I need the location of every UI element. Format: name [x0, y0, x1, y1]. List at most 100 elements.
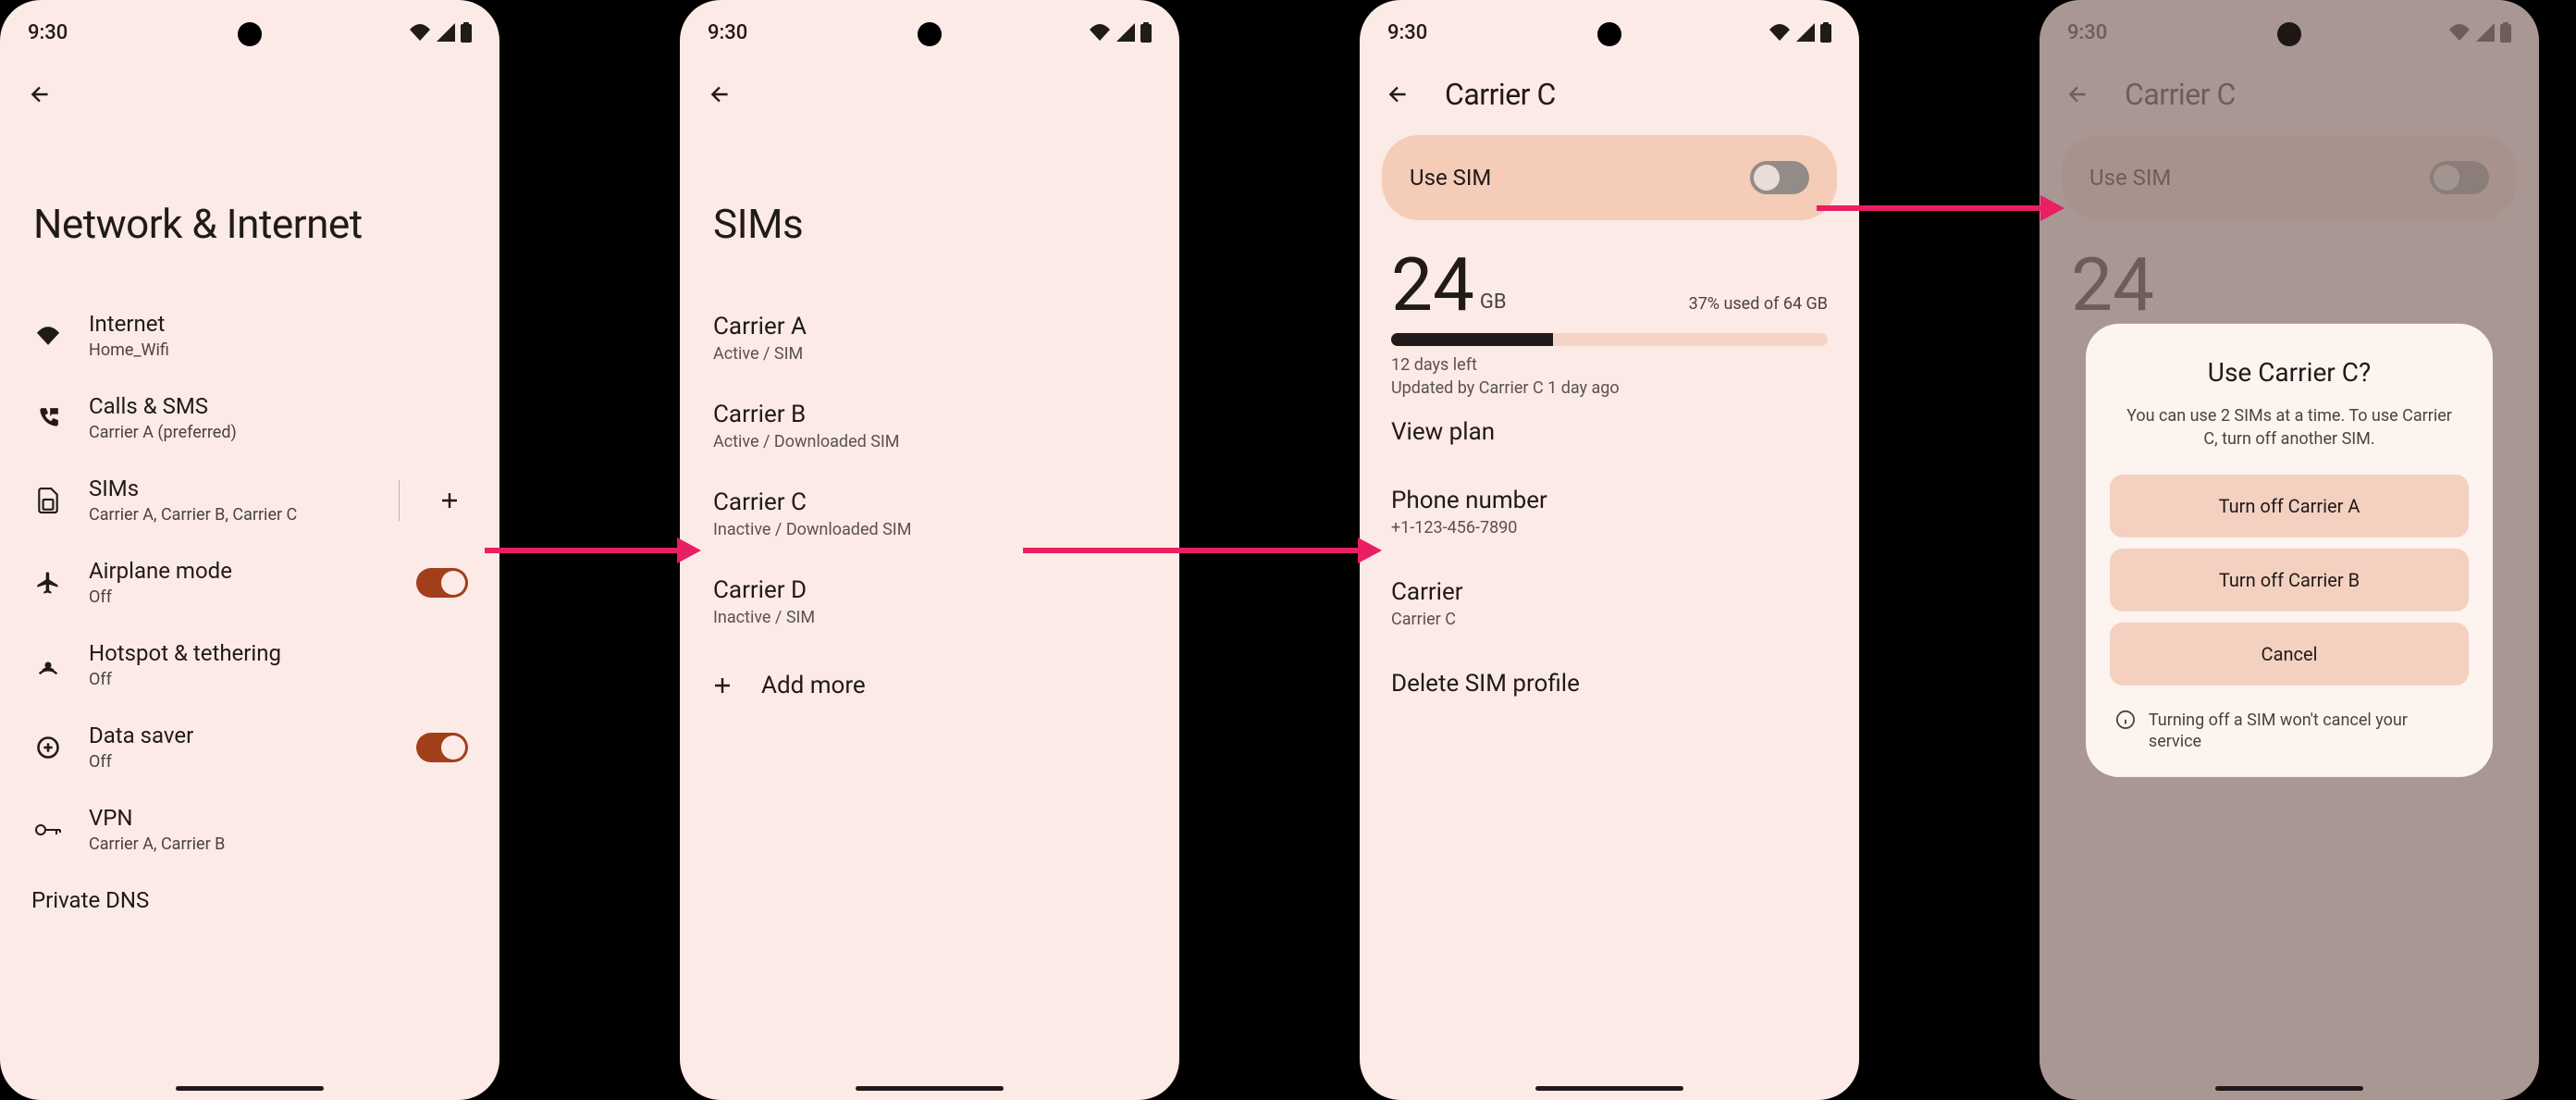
sim-icon	[38, 488, 58, 513]
row-label: Calls & SMS	[89, 393, 468, 419]
row-sub: Off	[89, 752, 392, 772]
info-icon	[2115, 710, 2136, 730]
sim-row-carrier-c[interactable]: Carrier C Inactive / Downloaded SIM	[680, 470, 1179, 558]
row-label: Internet	[89, 311, 468, 337]
signal-icon	[1796, 23, 1815, 42]
row-sub: Off	[89, 587, 392, 607]
nav-bar[interactable]	[1535, 1086, 1683, 1091]
use-sim-toggle[interactable]	[1750, 161, 1809, 194]
detail-label: Delete SIM profile	[1391, 670, 1828, 698]
plus-icon	[711, 674, 733, 697]
detail-value: +1-123-456-7890	[1391, 518, 1828, 538]
row-calls-sms[interactable]: Calls & SMS Carrier A (preferred)	[0, 377, 499, 459]
cancel-button[interactable]: Cancel	[2110, 623, 2469, 686]
sim-name: Carrier B	[713, 401, 1146, 428]
row-sub: Home_Wifi	[89, 340, 468, 360]
row-label: Hotspot & tethering	[89, 640, 468, 666]
sim-row-carrier-d[interactable]: Carrier D Inactive / SIM	[680, 558, 1179, 646]
wifi-icon	[1769, 23, 1791, 42]
sim-name: Carrier C	[713, 488, 1146, 516]
nav-bar[interactable]	[856, 1086, 1004, 1091]
screen-sim-detail: 9:30 Carrier C Use SIM 24 GB 37% used of…	[1360, 0, 1859, 1100]
data-saver-toggle[interactable]	[416, 733, 468, 762]
turn-off-carrier-b-button[interactable]: Turn off Carrier B	[2110, 549, 2469, 612]
screen-sim-detail-dialog: 9:30 Carrier C Use SIM 24 Use Carrier C?…	[2040, 0, 2539, 1100]
detail-label: Carrier	[1391, 578, 1828, 606]
battery-icon	[1140, 22, 1152, 43]
row-carrier[interactable]: Carrier Carrier C	[1360, 558, 1859, 649]
sim-status: Active / Downloaded SIM	[713, 432, 1146, 451]
updated-text: Updated by Carrier C 1 day ago	[1391, 378, 1828, 398]
flow-arrow-1-head	[677, 538, 701, 563]
page-title: Network & Internet	[0, 117, 499, 294]
dialog-info: Turning off a SIM won't cancel your serv…	[2110, 697, 2469, 753]
status-time: 9:30	[708, 21, 747, 44]
dialog-title: Use Carrier C?	[2110, 356, 2469, 387]
sim-row-carrier-b[interactable]: Carrier B Active / Downloaded SIM	[680, 382, 1179, 470]
row-label: Airplane mode	[89, 558, 392, 584]
signal-icon	[437, 23, 455, 42]
back-arrow-icon	[709, 82, 733, 106]
row-airplane[interactable]: Airplane mode Off	[0, 541, 499, 624]
plus-icon	[438, 489, 461, 512]
sim-status: Active / SIM	[713, 344, 1146, 364]
phone-msg-icon	[36, 406, 60, 430]
sim-row-carrier-a[interactable]: Carrier A Active / SIM	[680, 294, 1179, 382]
divider	[399, 480, 400, 521]
signal-icon	[1116, 23, 1135, 42]
row-hotspot[interactable]: Hotspot & tethering Off	[0, 624, 499, 706]
sim-status: Inactive / Downloaded SIM	[713, 520, 1146, 539]
use-sim-pill: Use SIM	[1382, 135, 1837, 220]
flow-arrow-3-head	[2040, 195, 2064, 221]
data-progress	[1391, 333, 1828, 346]
back-arrow-icon	[1387, 82, 1411, 106]
row-sims[interactable]: SIMs Carrier A, Carrier B, Carrier C	[0, 459, 499, 541]
data-used-text: 37% used of 64 GB	[1689, 296, 1828, 313]
days-left: 12 days left	[1391, 355, 1828, 375]
wifi-icon	[409, 23, 431, 42]
page-title: Carrier C	[1445, 77, 1556, 112]
detail-label: Phone number	[1391, 487, 1828, 514]
row-label: SIMs	[89, 476, 375, 501]
row-private-dns[interactable]: Private DNS	[0, 871, 499, 917]
back-button[interactable]	[1376, 72, 1421, 117]
nav-bar[interactable]	[2215, 1086, 2363, 1091]
back-arrow-icon	[29, 82, 53, 106]
row-data-saver[interactable]: Data saver Off	[0, 706, 499, 788]
row-vpn[interactable]: VPN Carrier A, Carrier B	[0, 788, 499, 871]
data-usage-block: 24 GB 37% used of 64 GB 12 days left Upd…	[1360, 248, 1859, 398]
row-sub: Carrier A (preferred)	[89, 423, 468, 442]
data-unit: GB	[1480, 292, 1507, 313]
back-button[interactable]	[18, 72, 63, 117]
row-sub: Off	[89, 670, 468, 689]
back-button[interactable]	[698, 72, 743, 117]
dialog-info-text: Turning off a SIM won't cancel your serv…	[2149, 710, 2463, 753]
use-sim-label: Use SIM	[1410, 165, 1491, 191]
row-label: Data saver	[89, 723, 392, 748]
airplane-toggle[interactable]	[416, 568, 468, 598]
flow-arrow-1	[485, 548, 679, 553]
battery-icon	[461, 22, 472, 43]
sim-name: Carrier A	[713, 313, 1146, 340]
wifi-icon	[1089, 23, 1111, 42]
sim-name: Carrier D	[713, 576, 1146, 604]
use-carrier-dialog: Use Carrier C? You can use 2 SIMs at a t…	[2086, 323, 2493, 776]
nav-bar[interactable]	[176, 1086, 324, 1091]
row-delete-sim[interactable]: Delete SIM profile	[1360, 649, 1859, 718]
camera-punch	[1597, 22, 1621, 46]
add-sim-button[interactable]	[431, 482, 468, 519]
row-internet[interactable]: Internet Home_Wifi	[0, 294, 499, 377]
hotspot-icon	[35, 652, 61, 678]
airplane-icon	[35, 570, 61, 596]
dialog-body: You can use 2 SIMs at a time. To use Car…	[2110, 403, 2469, 450]
turn-off-carrier-a-button[interactable]: Turn off Carrier A	[2110, 475, 2469, 538]
data-amount: 24	[1391, 248, 1474, 322]
add-more-sim[interactable]: Add more	[680, 646, 1179, 725]
data-saver-icon	[35, 735, 61, 760]
row-view-plan[interactable]: View plan	[1360, 398, 1859, 466]
status-time: 9:30	[28, 21, 68, 44]
vpn-key-icon	[34, 821, 62, 839]
row-phone-number[interactable]: Phone number +1-123-456-7890	[1360, 466, 1859, 558]
camera-punch	[918, 22, 942, 46]
detail-value: Carrier C	[1391, 610, 1828, 629]
